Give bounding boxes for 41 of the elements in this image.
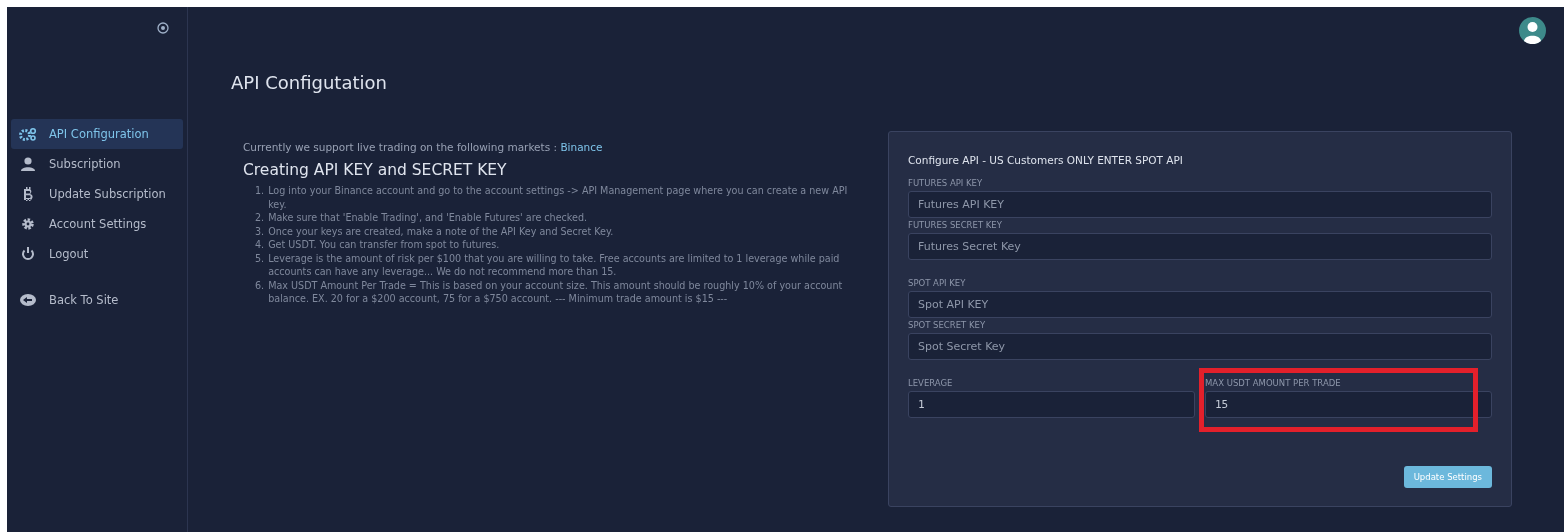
power-icon — [19, 247, 37, 261]
guide-heading: Creating API KEY and SECRET KEY — [243, 161, 508, 179]
field-label: FUTURES SECRET KEY — [908, 220, 1003, 230]
step-number: 1. — [255, 184, 265, 198]
gear-icon — [19, 217, 37, 231]
sidebar-item[interactable]: Account Settings — [11, 209, 183, 239]
step-text: Log into your Binance account and go to the account settings -> API Management page where you can create a new API key. — [268, 184, 849, 211]
target-icon[interactable] — [157, 22, 169, 34]
step-text: Once your keys are created, make a note of the API Key and Secret Key. — [268, 224, 614, 238]
sidebar-item[interactable]: Update Subscription — [11, 179, 183, 209]
step-number: 2. — [255, 211, 265, 225]
step-number: 3. — [255, 224, 265, 238]
sidebar-item[interactable]: Back To Site — [11, 285, 183, 315]
input-field[interactable]: Futures Secret Key — [908, 233, 1492, 260]
input-field[interactable]: Spot API KEY — [908, 291, 1492, 318]
step-text: Max USDT Amount Per Trade = This is based on your account size. This amount should be roughly 10% of your account balance. EX. 20 for a $200 account, 75 for a $750 account. --- Minimum trade amount is $15 --- — [268, 278, 844, 306]
step-text: Make sure that 'Enable Trading', and 'Enable Futures' are checked. — [268, 211, 588, 225]
step-number: 4. — [255, 238, 265, 252]
input-field[interactable]: 15 — [1205, 391, 1492, 418]
step-number: 6. — [255, 278, 265, 293]
intro-text: Currently we support live trading on the following markets : Binance — [243, 141, 604, 153]
step-text: Leverage is the amount of risk per $100 that you are willing to take. Free accounts are limited to 1 leverage while paid accounts can have any leverage... We do not recommend more than 15. — [268, 251, 841, 279]
input-field[interactable]: Spot Secret Key — [908, 333, 1492, 360]
field-label: MAX USDT AMOUNT PER TRADE — [1205, 378, 1342, 388]
sidebar-item[interactable]: API Configuration — [11, 119, 183, 149]
field-label: SPOT SECRET KEY — [908, 320, 987, 330]
gears-icon — [19, 127, 37, 141]
sidebar-item[interactable]: Logout — [11, 239, 183, 269]
page-title: API Configutation — [231, 72, 388, 93]
step-text: Get USDT. You can transfer from spot to futures. — [268, 238, 500, 252]
step-number: 5. — [255, 251, 265, 266]
market-link[interactable]: Binance — [560, 141, 603, 153]
user-icon — [19, 157, 37, 171]
input-field[interactable]: 1 — [908, 391, 1195, 418]
field-label: FUTURES API KEY — [908, 178, 984, 188]
card-title: Configure API - US Customers ONLY ENTER SPOT API — [908, 154, 1184, 166]
avatar-icon[interactable] — [1519, 17, 1546, 44]
field-label: SPOT API KEY — [908, 278, 967, 288]
sidebar-item[interactable]: Subscription — [11, 149, 183, 179]
input-field[interactable]: Futures API KEY — [908, 191, 1492, 218]
field-label: LEVERAGE — [908, 378, 954, 388]
